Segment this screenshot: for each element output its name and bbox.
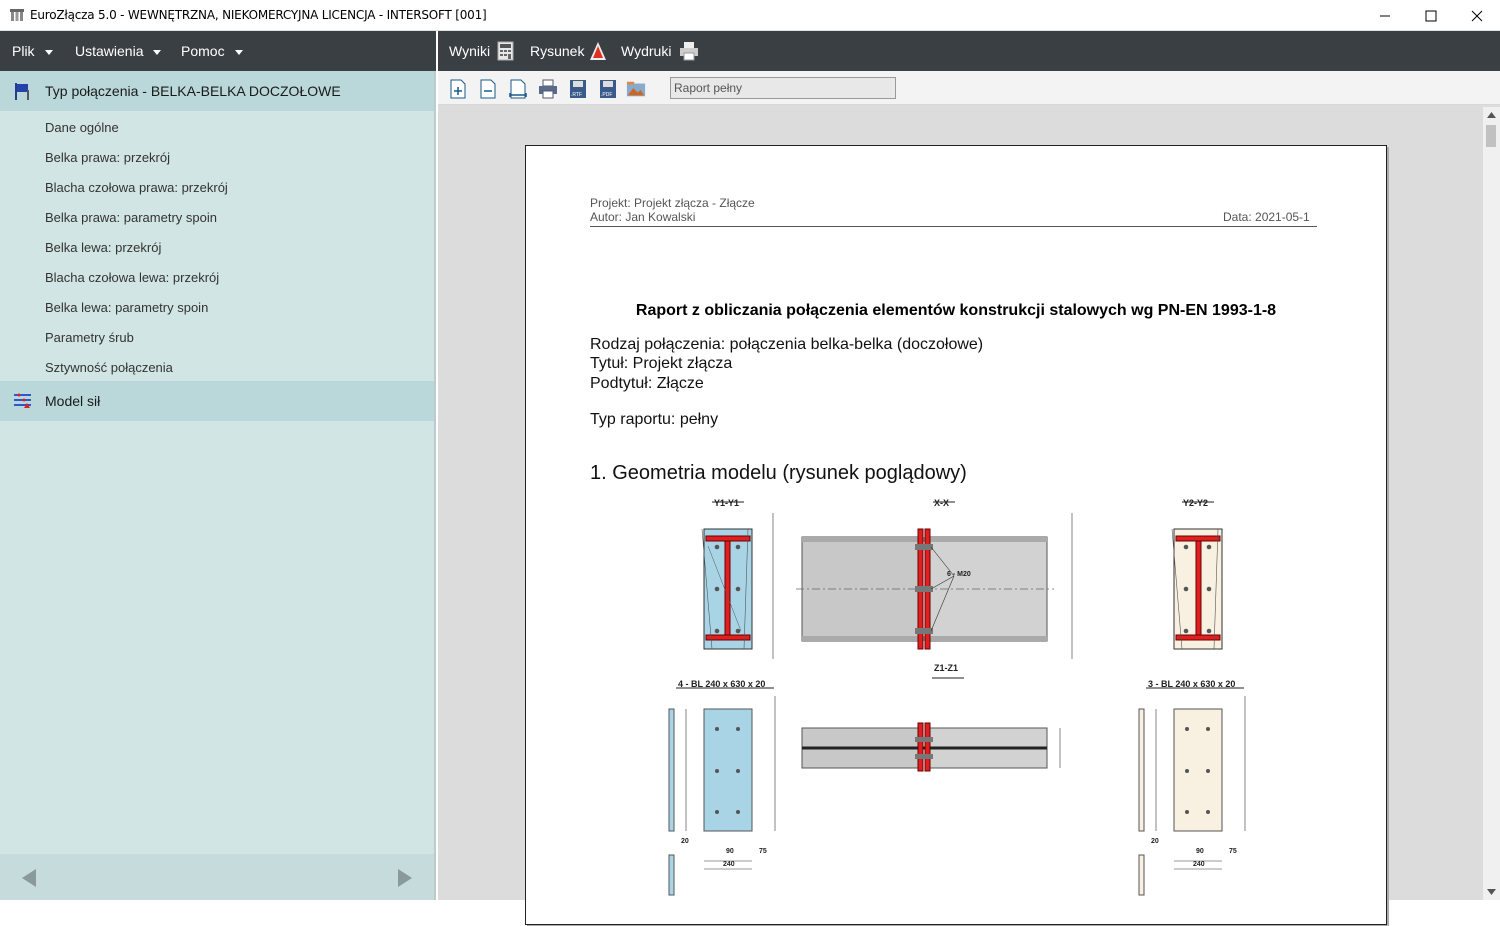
- dim-90-left: 90: [726, 848, 734, 855]
- scrollbar-thumb[interactable]: [1486, 125, 1496, 147]
- zoom-in-icon[interactable]: [448, 79, 468, 99]
- menu-help[interactable]: Pomoc: [181, 31, 243, 71]
- force-model-icon: [14, 393, 31, 408]
- report-date: Data: 2021-05-1: [1223, 210, 1310, 224]
- svg-text:.RTF: .RTF: [571, 92, 582, 98]
- section-xx-view: [796, 501, 1073, 659]
- dim-75-right: 75: [1229, 848, 1237, 855]
- chevron-down-icon: [153, 49, 162, 55]
- dim-75-left: 75: [759, 848, 767, 855]
- menu-settings-label: Ustawienia: [75, 43, 144, 59]
- printer-icon[interactable]: [679, 41, 699, 61]
- dim-90-right: 90: [1196, 848, 1204, 855]
- results-label: Wyniki: [449, 43, 491, 59]
- maximize-icon: [1425, 10, 1437, 21]
- arrow-right-icon[interactable]: [396, 868, 414, 888]
- report-author: Autor: Jan Kowalski: [590, 210, 696, 224]
- label-z1: Z1-Z1: [934, 663, 959, 673]
- vertical-scrollbar[interactable]: [1483, 107, 1500, 900]
- title-bar: EuroZłącza 5.0 - WEWNĘTRZNA, NIEKOMERCYJ…: [0, 0, 1500, 31]
- app-icon: [10, 9, 24, 21]
- sidebar-item-joint-stiffness[interactable]: Sztywność połączenia: [45, 360, 173, 375]
- dim-20-right: 20: [1151, 838, 1159, 845]
- connection-drawing: [668, 501, 1246, 896]
- report-connection-type: Rodzaj połączenia: połączenia belka-belk…: [590, 336, 984, 353]
- label-xx: X-X: [934, 498, 950, 508]
- chevron-down-icon: [44, 49, 53, 55]
- label-plate4: 4 - BL 240 x 630 x 20: [678, 679, 766, 689]
- sidebar-item-right-beam-section[interactable]: Belka prawa: przekrój: [45, 150, 170, 165]
- report-actions-bar: .RTF .PDF Raport pełny: [438, 71, 1500, 105]
- header-divider: [590, 226, 1317, 227]
- dim-240-left: 240: [723, 861, 735, 868]
- zoom-out-icon[interactable]: [478, 79, 498, 99]
- export-pdf-icon[interactable]: .PDF: [598, 79, 618, 99]
- report-tytul: Tytuł: Projekt złącza: [590, 355, 733, 372]
- maximize-button[interactable]: [1408, 0, 1454, 31]
- report-title: Raport z obliczania połączenia elementów…: [635, 302, 1277, 319]
- flag-icon: [15, 83, 29, 100]
- arrow-left-icon[interactable]: [20, 868, 38, 888]
- section-geometry-heading: 1. Geometria modelu (rysunek poglądowy): [590, 462, 967, 484]
- section-connection-type-label: Typ połączenia - BELKA-BELKA DOCZOŁOWE: [45, 83, 341, 99]
- plate-4-view: [668, 687, 776, 896]
- sidebar-item-left-endplate-section[interactable]: Blacha czołowa lewa: przekrój: [45, 270, 219, 285]
- section-connection-type[interactable]: Typ połączenia - BELKA-BELKA DOCZOŁOWE: [0, 71, 434, 111]
- close-button[interactable]: [1454, 0, 1500, 31]
- sidebar-item-left-beam-section[interactable]: Belka lewa: przekrój: [45, 240, 161, 255]
- menu-bar: Plik Ustawienia Pomoc: [0, 31, 436, 71]
- right-panel: Wyniki Rysunek Wydruki .RTF .PDF Raport …: [438, 31, 1500, 925]
- export-rtf-icon[interactable]: .RTF: [568, 79, 588, 99]
- report-type: Typ raportu: pełny: [590, 411, 719, 428]
- section-force-model[interactable]: Model sił: [0, 381, 434, 421]
- menu-settings[interactable]: Ustawienia: [75, 31, 162, 71]
- sidebar-item-right-endplate-section[interactable]: Blacha czołowa prawa: przekrój: [45, 180, 228, 195]
- printouts-label: Wydruki: [621, 43, 672, 59]
- drawing-icon[interactable]: [588, 41, 608, 61]
- minimize-button[interactable]: [1362, 0, 1408, 31]
- drawing-button[interactable]: Rysunek: [530, 31, 584, 71]
- sidebar-item-right-beam-welds[interactable]: Belka prawa: parametry spoin: [45, 210, 217, 225]
- report-project: Projekt: Projekt złącza - Złącze: [590, 196, 755, 210]
- section-z1-view: [801, 677, 1061, 772]
- report-type-select[interactable]: Raport pełny: [670, 77, 896, 99]
- menu-file[interactable]: Plik: [12, 31, 53, 71]
- calculator-icon[interactable]: [497, 41, 517, 61]
- section-y1-view: [701, 501, 774, 659]
- scroll-up-icon[interactable]: [1487, 111, 1496, 119]
- sidebar-item-left-beam-welds[interactable]: Belka lewa: parametry spoin: [45, 300, 208, 315]
- label-y2: Y2-Y2: [1183, 498, 1209, 508]
- close-icon: [1471, 10, 1483, 21]
- sidebar-item-bolt-parameters[interactable]: Parametry śrub: [45, 330, 134, 345]
- dim-240-right: 240: [1193, 861, 1205, 868]
- svg-text:.PDF: .PDF: [601, 92, 612, 98]
- fit-width-icon[interactable]: [508, 79, 528, 99]
- export-image-icon[interactable]: [626, 79, 646, 99]
- section-y2-view: [1171, 501, 1223, 650]
- minimize-icon: [1380, 15, 1390, 16]
- drawing-label: Rysunek: [530, 43, 585, 59]
- window-title: EuroZłącza 5.0 - WEWNĘTRZNA, NIEKOMERCYJ…: [30, 8, 487, 22]
- menu-help-label: Pomoc: [181, 43, 225, 59]
- label-bolts: 6 - M20: [947, 571, 971, 578]
- menu-file-label: Plik: [12, 43, 35, 59]
- report-page: Projekt: Projekt złącza - Złącze Autor: …: [525, 145, 1387, 925]
- label-plate3: 3 - BL 240 x 630 x 20: [1148, 679, 1236, 689]
- printouts-button[interactable]: Wydruki: [621, 31, 671, 71]
- dim-20-left: 20: [681, 838, 689, 845]
- left-panel: Plik Ustawienia Pomoc Typ połączenia - B…: [0, 31, 436, 900]
- report-subtitle: Podtytuł: Złącze: [590, 375, 704, 392]
- section-force-model-label: Model sił: [45, 393, 101, 409]
- print-icon[interactable]: [538, 79, 558, 99]
- plate-3-view: [1138, 687, 1246, 896]
- label-y1: Y1-Y1: [714, 498, 740, 508]
- scroll-down-icon[interactable]: [1487, 888, 1496, 896]
- report-toolbar: Wyniki Rysunek Wydruki: [438, 31, 1500, 71]
- chevron-down-icon: [234, 49, 243, 55]
- sidebar-item-general[interactable]: Dane ogólne: [45, 120, 119, 135]
- bottom-navigation: [0, 854, 434, 900]
- results-button[interactable]: Wyniki: [449, 31, 490, 71]
